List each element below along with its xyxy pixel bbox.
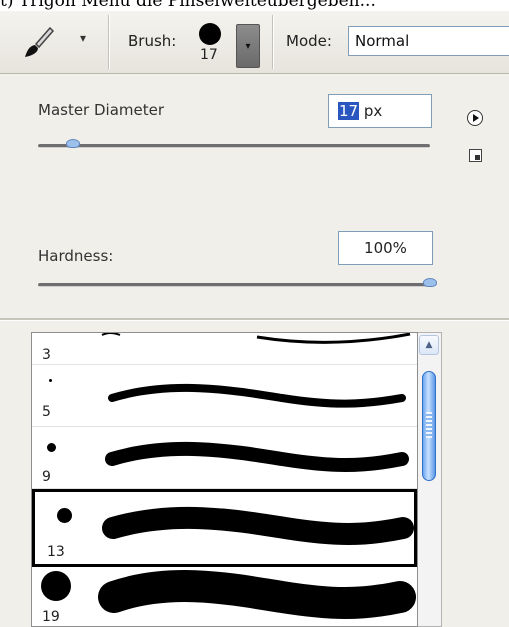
brush-preset-list: 3 5 9 13 19 [31,332,418,627]
brush-preset-row[interactable]: 9 [32,427,417,489]
brush-size-label: 9 [42,469,51,485]
toolbar-separator [272,15,274,69]
scrollbar-thumb[interactable] [422,371,436,481]
preset-list-scrollbar[interactable]: ▲ [418,332,442,627]
hardness-field[interactable]: 100% [338,231,433,265]
brush-picker-panel: Master Diameter 17 px Hardness: 100% 3 5 [0,74,509,627]
tool-preset-arrow-icon[interactable]: ▾ [80,31,86,45]
brush-stroke-preview [102,506,414,545]
brush-size-label: 17 [200,47,218,63]
brush-preset-row[interactable]: 5 [32,365,417,427]
brush-picker-dropdown-button[interactable]: ▾ [236,24,260,68]
master-diameter-field[interactable]: 17 px [328,94,432,128]
master-diameter-label: Master Diameter [38,101,165,119]
brush-stroke-preview [105,441,409,472]
brush-stroke-preview [108,383,406,408]
hardness-label: Hardness: [38,247,114,265]
brush-size-label: 5 [42,404,51,420]
options-bar: ▾ Brush: 17 ▾ Mode: Normal [0,11,509,74]
new-preset-icon[interactable] [469,149,482,162]
scroll-up-arrow-icon[interactable]: ▲ [419,335,439,355]
panel-divider [0,318,509,321]
brush-preview-icon[interactable] [199,23,221,45]
brush-preset-row[interactable]: 19 [32,567,417,626]
brush-stroke-preview [101,333,411,344]
master-diameter-value: 17 [338,102,360,120]
brush-stroke-preview [98,570,416,619]
brush-size-label: 13 [47,544,65,560]
brush-preset-row-selected[interactable]: 13 [32,489,417,567]
caption-text: t) Trigon Menu die Pinselweiteübergeben.… [0,0,376,11]
flyout-menu-icon[interactable] [467,110,483,126]
mode-label: Mode: [286,32,332,50]
brush-preset-row[interactable]: 3 [32,333,417,365]
toolbar-separator [108,15,110,69]
hardness-slider-track[interactable] [38,283,430,287]
brush-label: Brush: [128,32,177,50]
brush-size-label: 19 [42,609,60,625]
master-diameter-unit: px [359,102,383,120]
brush-size-label: 3 [42,347,51,363]
master-diameter-slider-thumb[interactable] [66,139,81,148]
mode-select[interactable]: Normal [348,26,509,56]
brush-tool-icon[interactable] [16,23,60,63]
hardness-slider-thumb[interactable] [423,278,437,287]
master-diameter-slider-track[interactable] [38,144,430,148]
